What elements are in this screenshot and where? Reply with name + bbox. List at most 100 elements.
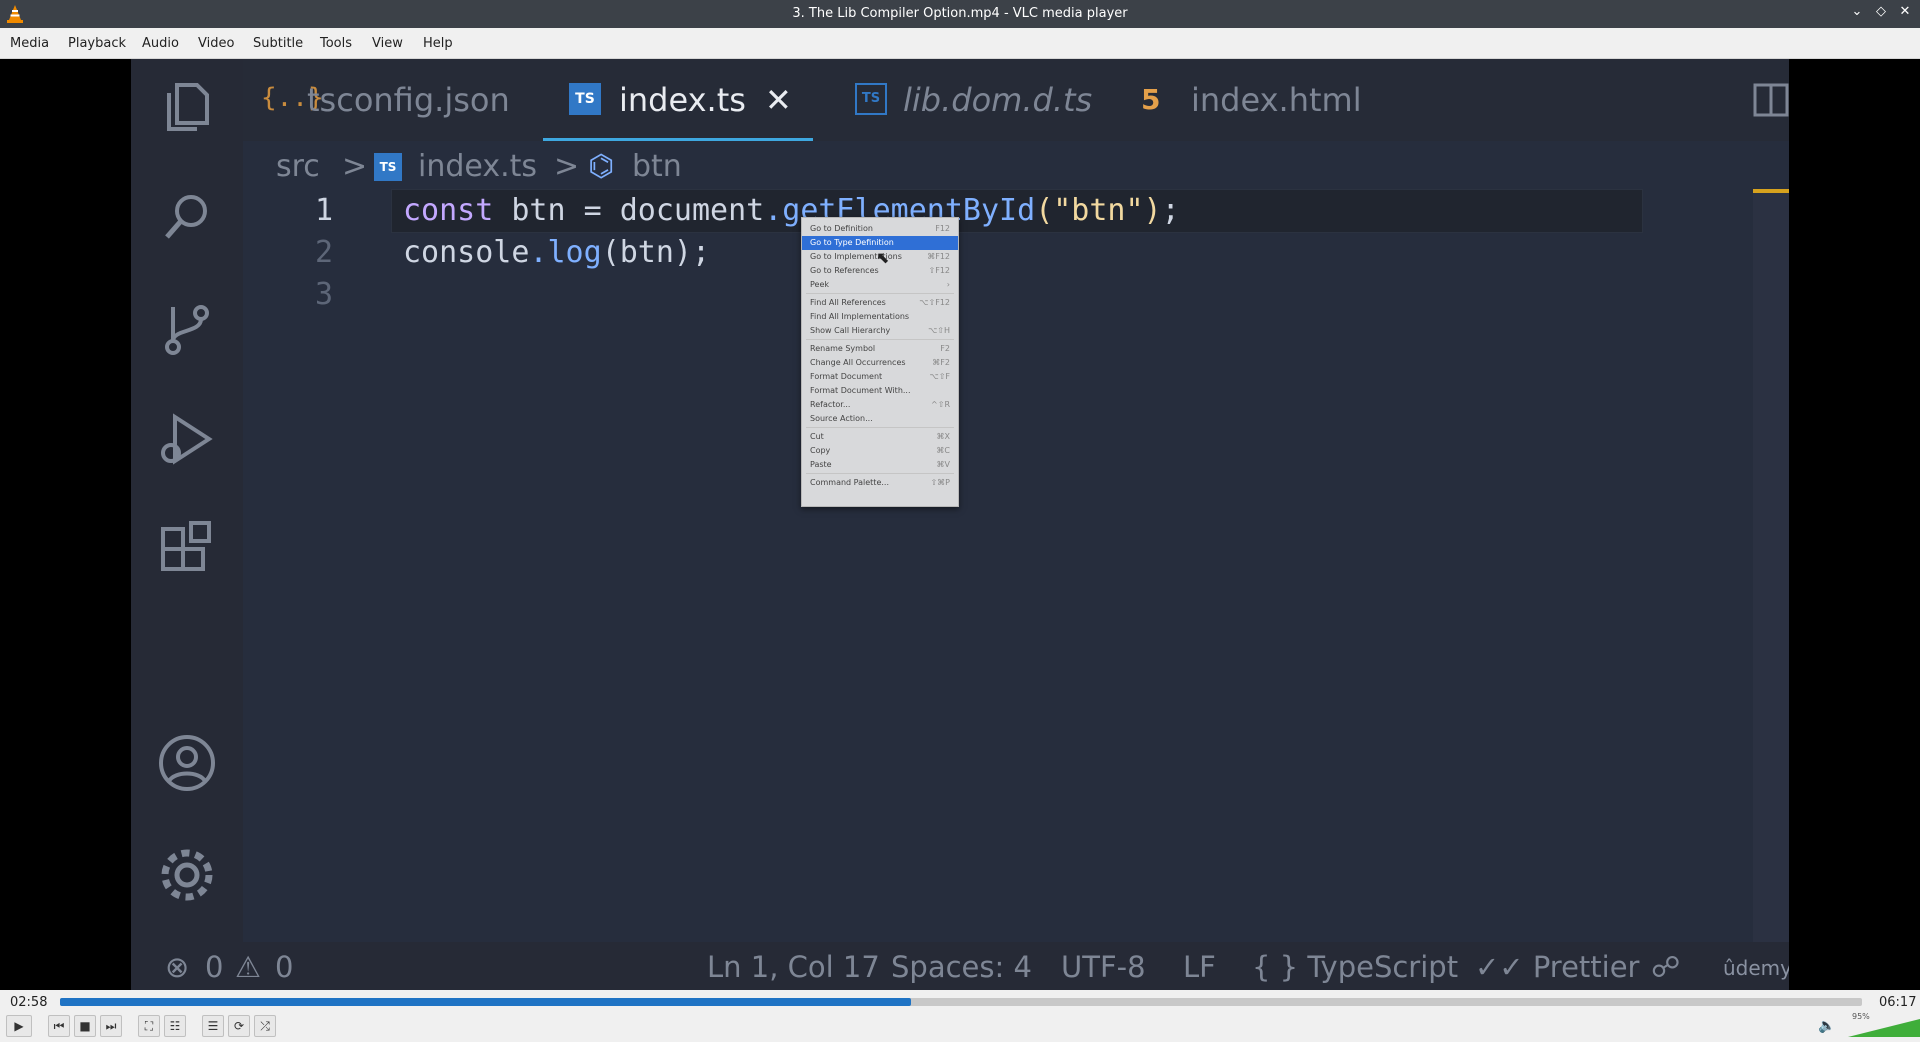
loop-button[interactable]: ⟳ xyxy=(228,1015,250,1037)
context-menu-item[interactable]: Copy ⌘C xyxy=(802,444,958,458)
error-icon: ⊗ xyxy=(165,950,190,984)
menu-view[interactable]: View xyxy=(372,36,403,51)
menu-subtitle[interactable]: Subtitle xyxy=(253,36,303,51)
shuffle-icon: ⤮ xyxy=(260,1019,270,1033)
video-frame-editor: {..} tsconfig.json TS index.ts ✕ TS lib.… xyxy=(131,59,1789,990)
shuffle-button[interactable]: ⤮ xyxy=(254,1015,276,1037)
code-line-2: console.log(btn); xyxy=(403,235,711,270)
chevron-right-icon: > xyxy=(342,149,368,184)
menu-separator xyxy=(806,427,954,428)
udemy-watermark: ûdemy xyxy=(1723,956,1789,980)
indentation: Spaces: 4 xyxy=(891,950,1032,984)
previous-icon: ⏮ xyxy=(53,1019,65,1033)
html5-icon: 5 xyxy=(1141,83,1161,116)
account-icon xyxy=(159,735,215,791)
extended-settings-button[interactable]: ☷ xyxy=(164,1015,186,1037)
menu-bar: Media Playback Audio Video Subtitle Tool… xyxy=(0,28,1920,59)
menu-help[interactable]: Help xyxy=(423,36,453,51)
code-line-1: const btn = document.getElementById("btn… xyxy=(403,193,1180,228)
playlist-button[interactable]: ☰ xyxy=(202,1015,224,1037)
seek-slider[interactable] xyxy=(60,998,1862,1006)
menu-playback[interactable]: Playback xyxy=(68,36,126,51)
context-menu-item[interactable]: Rename Symbol F2 xyxy=(802,342,958,356)
context-menu-item[interactable]: Go to Definition F12 xyxy=(802,222,958,236)
elapsed-time: 02:58 xyxy=(10,995,48,1010)
next-icon: ⏭ xyxy=(105,1019,117,1033)
loop-icon: ⟳ xyxy=(233,1019,245,1033)
context-menu-item[interactable]: Find All References ⌥⇧F12 xyxy=(802,296,958,310)
play-button[interactable]: ▶ xyxy=(6,1015,32,1037)
ts-icon: TS xyxy=(374,153,402,181)
line-number: 2 xyxy=(314,235,333,270)
context-menu-item[interactable]: Format Document With... xyxy=(802,384,958,398)
context-menu-item[interactable]: Format Document ⌥⇧F xyxy=(802,370,958,384)
editor-status-bar: ⊗ 0 ⚠ 0 Ln 1, Col 17 Spaces: 4 UTF-8 LF … xyxy=(131,942,1789,990)
menu-audio[interactable]: Audio xyxy=(142,36,179,51)
playlist-icon: ☰ xyxy=(207,1019,219,1033)
speaker-icon[interactable]: 🔈 xyxy=(1818,1018,1835,1034)
title-bar: 3. The Lib Compiler Option.mp4 - VLC med… xyxy=(0,0,1920,28)
context-menu-item[interactable]: Source Action... xyxy=(802,412,958,426)
variable-icon: ⌬ xyxy=(588,149,615,184)
context-menu-item[interactable]: Paste ⌘V xyxy=(802,458,958,472)
menu-video[interactable]: Video xyxy=(198,36,234,51)
context-menu-item[interactable]: Show Call Hierarchy ⌥⇧H xyxy=(802,324,958,338)
seek-progress xyxy=(60,998,911,1006)
menu-media[interactable]: Media xyxy=(10,36,49,51)
tab-index-ts: TS index.ts ✕ xyxy=(543,59,813,141)
json-icon: {..} xyxy=(261,83,324,113)
ts-icon: TS xyxy=(569,83,601,115)
next-button[interactable]: ⏭ xyxy=(100,1015,122,1037)
context-menu-item[interactable]: Find All Implementations xyxy=(802,310,958,324)
source-control-icon xyxy=(165,305,209,355)
feedback-icon: ☍ xyxy=(1651,950,1681,984)
context-menu: Go to Definition F12 Go to Type Definition… xyxy=(801,217,959,507)
fullscreen-icon: ⛶ xyxy=(144,1019,154,1033)
close-button[interactable]: ✕ xyxy=(1896,4,1914,24)
breadcrumb-file: index.ts xyxy=(418,149,538,184)
equalizer-icon: ☷ xyxy=(169,1019,181,1033)
previous-button[interactable]: ⏮ xyxy=(48,1015,70,1037)
minimize-button[interactable]: ⌄ xyxy=(1848,4,1866,24)
encoding: UTF-8 xyxy=(1061,950,1146,984)
total-time: 06:17 xyxy=(1879,995,1917,1010)
video-area[interactable]: {..} tsconfig.json TS index.ts ✕ TS lib.… xyxy=(0,59,1920,990)
restore-button[interactable]: ◇ xyxy=(1872,4,1890,24)
tab-lib-dom: TS lib.dom.d.ts xyxy=(837,59,1137,141)
code-editor: 1 const btn = document.getElementById("b… xyxy=(243,189,1789,889)
context-menu-item[interactable]: Refactor... ^⇧R xyxy=(802,398,958,412)
error-count: 0 xyxy=(205,950,224,984)
menu-separator xyxy=(806,339,954,340)
explorer-icon xyxy=(167,83,209,131)
window-title: 3. The Lib Compiler Option.mp4 - VLC med… xyxy=(792,6,1128,21)
line-number: 3 xyxy=(314,277,333,312)
stop-button[interactable]: ■ xyxy=(74,1015,96,1037)
playback-controls: 02:58 06:17 ▶ ⏮ ■ ⏭ ⛶ ☷ ☰ ⟳ ⤮ 🔈 95% xyxy=(0,990,1920,1042)
language-mode: { } TypeScript xyxy=(1252,950,1459,984)
context-menu-item[interactable]: Command Palette... ⇧⌘P xyxy=(802,476,958,490)
search-icon xyxy=(165,195,207,239)
fullscreen-button[interactable]: ⛶ xyxy=(138,1015,160,1037)
editor-minimap xyxy=(1753,189,1789,989)
menu-tools[interactable]: Tools xyxy=(320,36,352,51)
menu-separator xyxy=(806,473,954,474)
play-icon: ▶ xyxy=(14,1019,24,1033)
breadcrumb-folder: src xyxy=(276,149,320,184)
tab-tsconfig: {..} tsconfig.json xyxy=(261,81,510,119)
extensions-icon xyxy=(161,521,211,571)
context-menu-item[interactable]: Cut ⌘X xyxy=(802,430,958,444)
run-debug-icon xyxy=(161,413,213,465)
volume-label: 95% xyxy=(1852,1012,1870,1021)
warning-count: 0 xyxy=(275,950,294,984)
context-menu-item[interactable]: Peek › xyxy=(802,278,958,292)
line-number: 1 xyxy=(314,193,333,228)
context-menu-item[interactable]: Change All Occurrences ⌘F2 xyxy=(802,356,958,370)
split-editor-icon xyxy=(1753,83,1789,117)
close-icon: ✕ xyxy=(765,81,792,119)
activity-bar xyxy=(131,59,243,942)
stop-icon: ■ xyxy=(79,1019,91,1033)
settings-gear-icon xyxy=(161,849,213,901)
breadcrumb-symbol: btn xyxy=(632,149,682,184)
menu-separator xyxy=(806,293,954,294)
prettier-status: ✓✓ Prettier xyxy=(1475,950,1640,984)
